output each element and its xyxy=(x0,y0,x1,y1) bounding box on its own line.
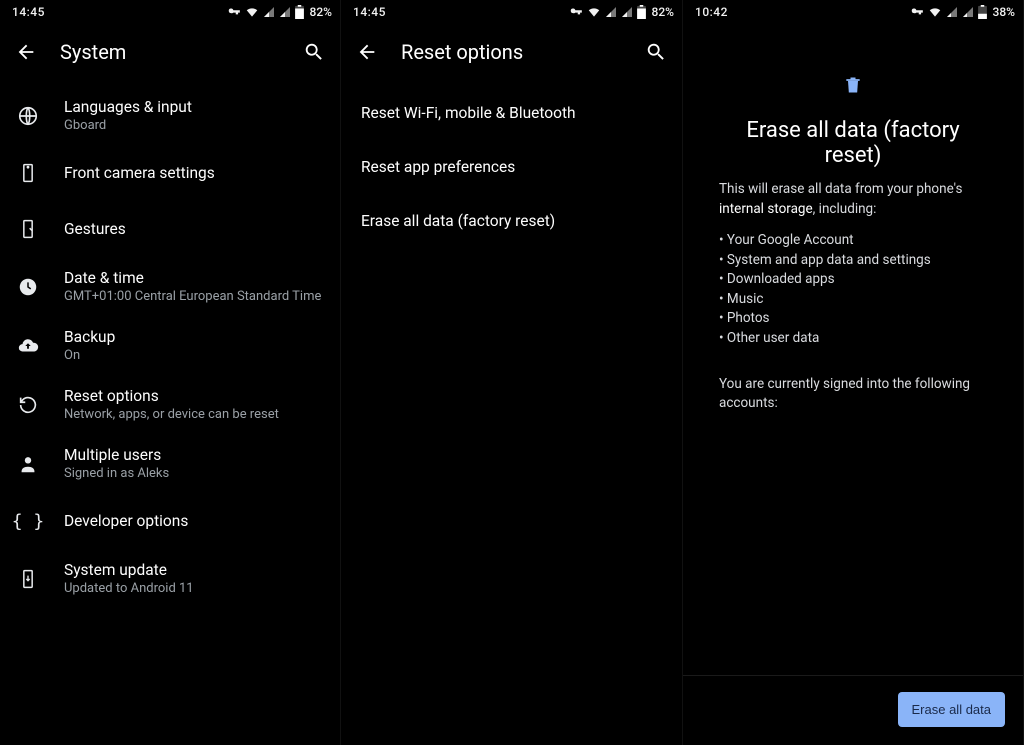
body-tail: , including: xyxy=(813,201,877,217)
arrow-back-icon xyxy=(356,41,378,63)
bullet: Your Google Account xyxy=(719,231,987,251)
status-battery: 38% xyxy=(991,5,1015,19)
search-button[interactable] xyxy=(300,38,328,66)
body-lead: This will erase all data from your phone… xyxy=(719,181,962,197)
status-battery: 82% xyxy=(308,5,332,19)
status-time: 14:45 xyxy=(349,5,386,19)
item-label: Front camera settings xyxy=(64,164,215,182)
page-title: Reset options xyxy=(401,40,622,64)
erase-bullets: Your Google Account System and app data … xyxy=(719,231,987,348)
key-icon xyxy=(569,5,583,19)
item-backup[interactable]: Backup On xyxy=(0,316,340,375)
item-gestures[interactable]: Gestures xyxy=(0,201,340,257)
item-label: Multiple users xyxy=(64,446,169,464)
signal2-icon xyxy=(621,6,633,18)
item-front-camera[interactable]: Front camera settings xyxy=(0,145,340,201)
bullet: Downloaded apps xyxy=(719,270,987,290)
app-bar: System xyxy=(0,24,340,80)
erase-all-data-button[interactable]: Erase all data xyxy=(898,692,1006,727)
bullet: System and app data and settings xyxy=(719,251,987,271)
signal2-icon xyxy=(279,6,291,18)
status-time: 10:42 xyxy=(691,5,728,19)
item-label: System update xyxy=(64,561,194,579)
erase-all-data[interactable]: Erase all data (factory reset) xyxy=(341,194,682,248)
item-sublabel: GMT+01:00 Central European Standard Time xyxy=(64,289,321,304)
factory-reset-title: Erase all data (factory reset) xyxy=(719,118,987,168)
item-date-time[interactable]: Date & time GMT+01:00 Central European St… xyxy=(0,257,340,316)
item-multiple-users[interactable]: Multiple users Signed in as Aleks xyxy=(0,434,340,493)
battery-icon xyxy=(295,5,304,19)
wifi-icon xyxy=(245,5,259,19)
bullet: Photos xyxy=(719,309,987,329)
item-sublabel: Updated to Android 11 xyxy=(64,581,194,596)
arrow-back-icon xyxy=(15,41,37,63)
clock-icon xyxy=(17,276,39,298)
search-button[interactable] xyxy=(642,38,670,66)
item-system-update[interactable]: System update Updated to Android 11 xyxy=(0,549,340,608)
signal1-icon xyxy=(946,6,958,18)
item-sublabel: Network, apps, or device can be reset xyxy=(64,407,279,422)
reset-options-panel: 14:45 82% Reset options Reset Wi-Fi, mob… xyxy=(341,0,683,745)
status-icons: 38% xyxy=(910,5,1015,19)
battery-icon xyxy=(978,5,987,19)
status-bar: 10:42 38% xyxy=(683,0,1023,24)
bullet: Music xyxy=(719,290,987,310)
reset-options-list: Reset Wi-Fi, mobile & Bluetooth Reset ap… xyxy=(341,80,682,248)
cloud-upload-icon xyxy=(17,335,39,357)
status-icons: 82% xyxy=(227,5,332,19)
item-label: Gestures xyxy=(64,220,126,238)
item-languages-input[interactable]: Languages & input Gboard xyxy=(0,86,340,145)
app-bar: Reset options xyxy=(341,24,682,80)
status-bar: 14:45 82% xyxy=(341,0,682,24)
item-label: Backup xyxy=(64,328,115,346)
restore-icon xyxy=(17,394,39,416)
trash-icon xyxy=(843,74,863,100)
status-battery: 82% xyxy=(650,5,674,19)
back-button[interactable] xyxy=(12,38,40,66)
signal1-icon xyxy=(263,6,275,18)
factory-reset-body: This will erase all data from your phone… xyxy=(719,180,987,414)
key-icon xyxy=(227,5,241,19)
wifi-icon xyxy=(587,5,601,19)
item-sublabel: Gboard xyxy=(64,118,192,133)
factory-reset-panel: 10:42 38% Erase all data (factory reset)… xyxy=(683,0,1024,745)
settings-list: Languages & input Gboard Front camera set… xyxy=(0,80,340,608)
globe-icon xyxy=(17,105,39,127)
battery-icon xyxy=(637,5,646,19)
key-icon xyxy=(910,5,924,19)
signal1-icon xyxy=(605,6,617,18)
item-label: Reset options xyxy=(64,387,279,405)
bullet: Other user data xyxy=(719,329,987,349)
signed-accounts-text: You are currently signed into the follow… xyxy=(719,375,987,414)
system-update-icon xyxy=(18,569,38,589)
signal2-icon xyxy=(962,6,974,18)
back-button[interactable] xyxy=(353,38,381,66)
reset-app-preferences[interactable]: Reset app preferences xyxy=(341,140,682,194)
search-icon xyxy=(303,41,325,63)
item-label: Developer options xyxy=(64,512,188,530)
body-internal: internal storage xyxy=(719,201,813,217)
page-title: System xyxy=(60,40,280,64)
search-icon xyxy=(645,41,667,63)
status-icons: 82% xyxy=(569,5,674,19)
status-time: 14:45 xyxy=(8,5,45,19)
item-reset-options[interactable]: Reset options Network, apps, or device ca… xyxy=(0,375,340,434)
item-sublabel: On xyxy=(64,348,115,363)
wifi-icon xyxy=(928,5,942,19)
gesture-icon xyxy=(18,219,38,239)
system-settings-panel: 14:45 82% System Languages & input Gboard… xyxy=(0,0,341,745)
item-sublabel: Signed in as Aleks xyxy=(64,466,169,481)
status-bar: 14:45 82% xyxy=(0,0,340,24)
factory-reset-content: Erase all data (factory reset) This will… xyxy=(683,24,1023,414)
item-developer-options[interactable]: { } Developer options xyxy=(0,493,340,549)
reset-wifi-mobile-bluetooth[interactable]: Reset Wi-Fi, mobile & Bluetooth xyxy=(341,86,682,140)
item-label: Languages & input xyxy=(64,98,192,116)
person-icon xyxy=(17,453,39,475)
item-label: Date & time xyxy=(64,269,321,287)
phone-front-icon xyxy=(18,163,38,183)
braces-icon: { } xyxy=(12,511,45,532)
